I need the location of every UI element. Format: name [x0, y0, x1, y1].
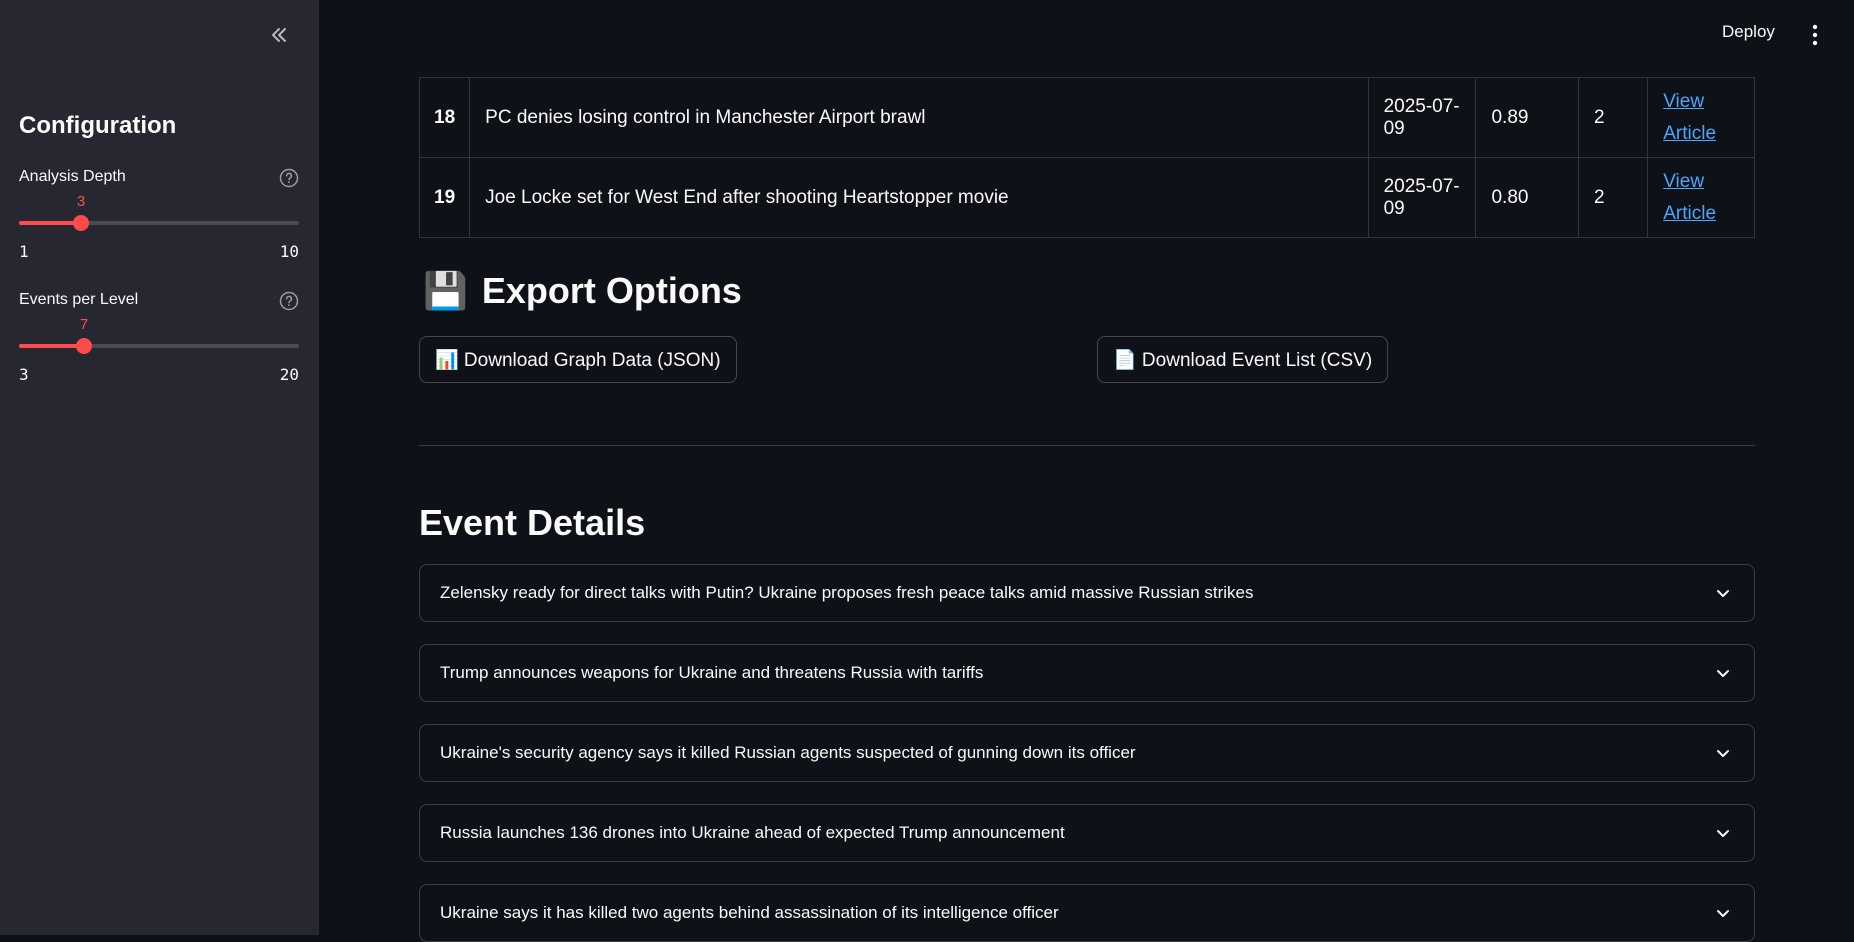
chevron-down-icon — [1717, 590, 1729, 597]
row-score: 0.89 — [1475, 77, 1579, 158]
slider-max: 20 — [279, 365, 299, 384]
slider-value: 7 — [79, 316, 89, 333]
floppy-disk-icon: 💾 — [423, 270, 468, 311]
collapse-sidebar-button[interactable] — [266, 22, 292, 48]
event-expander[interactable]: Zelensky ready for direct talks with Put… — [419, 564, 1755, 622]
row-link-cell: View Article — [1647, 77, 1755, 158]
event-details-heading: Event Details — [419, 502, 646, 543]
row-title: Joe Locke set for West End after shootin… — [469, 157, 1369, 238]
slider-track[interactable] — [19, 338, 299, 354]
chevron-down-icon — [1717, 750, 1729, 757]
expander-label: Trump announces weapons for Ukraine and … — [440, 663, 984, 682]
link-text: View — [1663, 170, 1705, 192]
expander-label: Russia launches 136 drones into Ukraine … — [440, 823, 1065, 842]
row-index: 19 — [418, 157, 471, 238]
help-icon[interactable] — [279, 168, 299, 188]
event-expander[interactable]: Ukraine's security agency says it killed… — [419, 724, 1755, 782]
slider-min: 3 — [19, 365, 29, 384]
link-text: View — [1663, 90, 1705, 112]
event-expander[interactable]: Russia launches 136 drones into Ukraine … — [419, 804, 1755, 862]
slider-thumb[interactable] — [76, 338, 92, 354]
deploy-button[interactable]: Deploy — [1722, 22, 1775, 42]
slider-label: Events per Level — [19, 291, 139, 308]
row-level: 2 — [1577, 77, 1649, 158]
chevron-down-icon — [1717, 670, 1729, 677]
row-link-cell: View Article — [1647, 157, 1755, 238]
row-level: 2 — [1577, 157, 1649, 238]
expander-label: Ukraine's security agency says it killed… — [440, 743, 1136, 762]
more-options-icon[interactable] — [1806, 22, 1824, 48]
chevron-down-icon — [1717, 910, 1729, 917]
export-heading-text: Export Options — [481, 270, 742, 311]
link-text: Article — [1663, 202, 1717, 224]
slider-label: Analysis Depth — [19, 168, 126, 185]
row-index: 18 — [418, 77, 471, 158]
analysis-depth-slider: Analysis Depth 3 1 10 — [19, 168, 299, 268]
slider-max: 10 — [279, 242, 299, 261]
sidebar-title: Configuration — [19, 112, 177, 139]
download-json-button[interactable]: 📊 Download Graph Data (JSON) — [419, 336, 737, 383]
double-chevron-left-icon — [272, 28, 286, 42]
event-expander[interactable]: Trump announces weapons for Ukraine and … — [419, 644, 1755, 702]
expander-label: Ukraine says it has killed two agents be… — [440, 903, 1059, 922]
slider-min: 1 — [19, 242, 29, 261]
row-title: PC denies losing control in Manchester A… — [469, 77, 1369, 158]
table-row: 19 Joe Locke set for West End after shoo… — [418, 157, 1755, 238]
chevron-down-icon — [1717, 830, 1729, 837]
slider-track[interactable] — [19, 215, 299, 231]
export-heading: 💾 Export Options — [423, 270, 742, 312]
row-date: 2025-07-09 — [1367, 157, 1477, 238]
link-text: Article — [1663, 122, 1717, 144]
table-row: 18 PC denies losing control in Mancheste… — [418, 77, 1755, 158]
slider-fill — [19, 221, 81, 225]
download-csv-button[interactable]: 📄 Download Event List (CSV) — [1097, 336, 1389, 383]
slider-fill — [19, 344, 84, 348]
row-score: 0.80 — [1475, 157, 1579, 238]
events-table: 18 PC denies losing control in Mancheste… — [418, 77, 1755, 238]
divider — [419, 445, 1755, 446]
slider-thumb[interactable] — [73, 215, 89, 231]
slider-value: 3 — [76, 193, 86, 210]
row-date: 2025-07-09 — [1367, 77, 1477, 158]
event-expander[interactable]: Ukraine says it has killed two agents be… — [419, 884, 1755, 942]
sidebar: Configuration Analysis Depth 3 1 10 Even… — [0, 0, 319, 935]
expander-label: Zelensky ready for direct talks with Put… — [440, 583, 1254, 602]
events-per-level-slider: Events per Level 7 3 20 — [19, 291, 299, 391]
help-icon[interactable] — [279, 291, 299, 311]
view-article-link[interactable]: View Article — [1663, 171, 1716, 224]
view-article-link[interactable]: View Article — [1663, 91, 1716, 144]
